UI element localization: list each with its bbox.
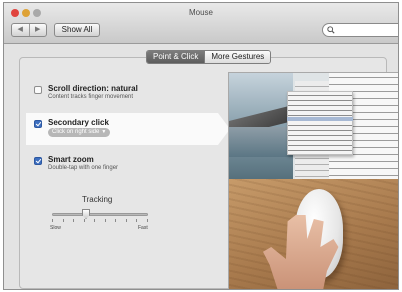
slider-tick (126, 219, 127, 222)
preview-screen (229, 73, 398, 179)
tab-more-gestures[interactable]: More Gestures (204, 51, 271, 63)
mouse-preferences-window: Mouse ◀ ▶ Show All Scroll direction: nat… (3, 2, 399, 290)
secondary-click-checkbox[interactable] (34, 120, 42, 128)
scroll-direction-description: Content tracks finger movement (48, 94, 134, 100)
search-icon (327, 26, 335, 34)
settings-panel: Scroll direction: natural Content tracks… (19, 57, 398, 289)
secondary-click-popup[interactable]: Click on right side ▼ (48, 128, 111, 137)
search-field[interactable] (322, 23, 398, 37)
tracking-label: Tracking (82, 195, 113, 204)
gesture-preview-video (228, 72, 398, 289)
slow-label: Slow (50, 225, 61, 231)
back-forward-control: ◀ ▶ (11, 23, 47, 37)
slider-knob[interactable] (82, 209, 90, 219)
tracking-slider[interactable] (52, 209, 148, 227)
slider-tick (136, 219, 137, 222)
slider-tick (94, 219, 95, 222)
slider-tick (63, 219, 64, 222)
smart-zoom-checkbox[interactable] (34, 157, 42, 165)
toolbar: Mouse ◀ ▶ Show All (4, 3, 398, 44)
slider-tick (105, 219, 106, 222)
tab-bar: Point & Click More Gestures (146, 50, 272, 64)
tab-point-and-click[interactable]: Point & Click (147, 51, 205, 63)
slider-tick (84, 219, 85, 222)
secondary-click-label[interactable]: Secondary click (48, 118, 109, 127)
back-button[interactable]: ◀ (12, 24, 29, 36)
chevron-down-icon: ▼ (101, 129, 107, 135)
search-input[interactable] (337, 25, 397, 35)
fast-label: Fast (138, 225, 148, 231)
window-title: Mouse (188, 8, 213, 17)
bridge-photo (229, 73, 293, 179)
context-menu-selection (287, 117, 353, 121)
forward-button[interactable]: ▶ (28, 24, 47, 36)
show-all-button[interactable]: Show All (54, 23, 100, 37)
slider-tick (52, 219, 53, 222)
secondary-click-value: Click on right side (52, 129, 100, 135)
slider-tick (73, 219, 74, 222)
context-menu (287, 91, 353, 155)
hand-on-mouse-video (229, 179, 398, 289)
smart-zoom-label[interactable]: Smart zoom (48, 155, 94, 164)
slider-tick (115, 219, 116, 222)
scroll-direction-checkbox[interactable] (34, 86, 42, 94)
bridge-water (229, 127, 293, 157)
scroll-direction-label[interactable]: Scroll direction: natural (48, 84, 138, 93)
slider-tick (147, 219, 148, 222)
slider-track (52, 213, 148, 216)
smart-zoom-description: Double-tap with one finger (48, 165, 119, 171)
